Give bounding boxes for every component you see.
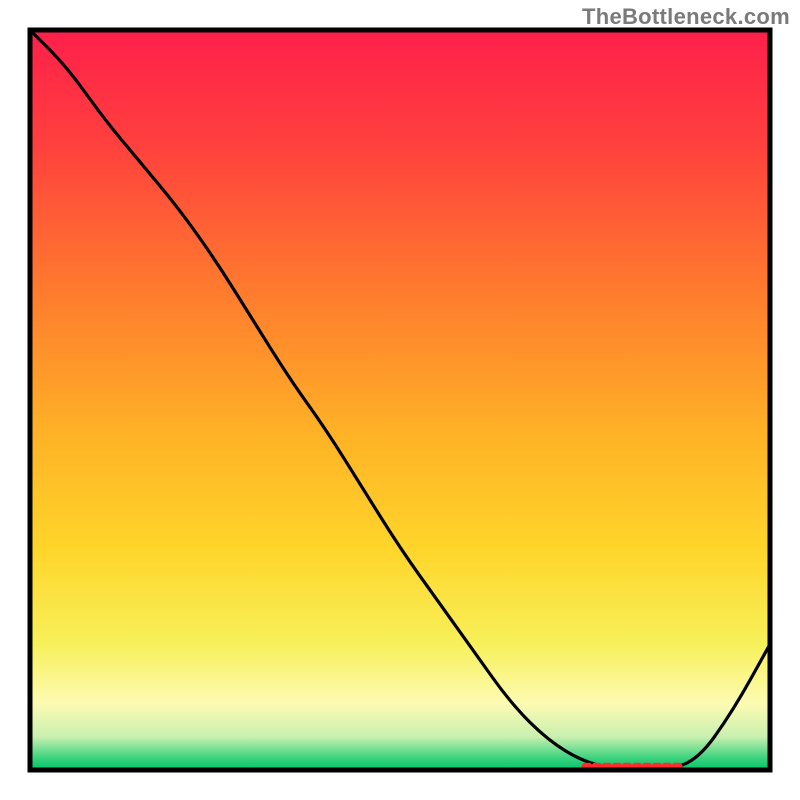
gradient-fill (30, 30, 770, 770)
attribution-text: TheBottleneck.com (582, 4, 790, 30)
bottleneck-chart (0, 0, 800, 800)
chart-container: TheBottleneck.com (0, 0, 800, 800)
